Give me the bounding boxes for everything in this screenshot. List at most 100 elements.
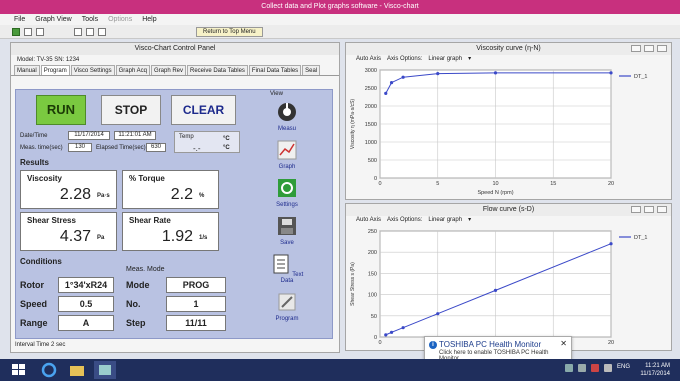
range-label: Range: [20, 318, 48, 328]
x-axis-label: Speed N (rpm): [477, 190, 513, 196]
shear-stress-value: 4.37: [59, 228, 91, 245]
minimize-icon[interactable]: [631, 45, 641, 52]
view-label: View: [270, 91, 283, 97]
y-tick-label: 100: [368, 293, 377, 299]
elapsed-time-label: Elapsed Time(sec): [96, 145, 146, 151]
menu-bar: File Graph View Tools Options Help: [0, 14, 680, 25]
meas-time-field[interactable]: 130: [68, 143, 92, 152]
clock-time: 11:21 AM: [645, 363, 670, 369]
step-value: 11/11: [166, 315, 226, 331]
temp-unit-top: °C: [223, 136, 230, 142]
toolbar: Return to Top Menu: [0, 25, 680, 39]
tray-alert-icon[interactable]: [590, 364, 599, 372]
minimize-icon[interactable]: [631, 206, 641, 213]
chart-window-title: Flow curve (s-D): [482, 206, 535, 213]
shear-rate-value: 1.92: [161, 228, 193, 245]
chart-options-row: Auto Axis Axis Options: Linear graph ▾: [346, 216, 671, 225]
view-program-button[interactable]: Program: [270, 292, 304, 322]
measure-icon: [278, 103, 296, 121]
maximize-icon[interactable]: [644, 206, 654, 213]
view-graph-button[interactable]: Graph: [270, 140, 304, 170]
chart-window-title: Viscosity curve (η-N): [476, 45, 541, 52]
y-axis-label: Shear Stress s (Pa): [350, 262, 356, 306]
rotor-label: Rotor: [20, 280, 44, 290]
data-point: [493, 71, 498, 75]
temperature-box: Temp °C -.- °C: [174, 131, 240, 153]
view-settings-label: Settings: [276, 202, 298, 208]
clear-button[interactable]: CLEAR: [171, 95, 236, 125]
chevron-down-icon[interactable]: ▾: [468, 216, 471, 225]
menu-options[interactable]: Options: [108, 14, 132, 25]
tray-language[interactable]: ENG: [617, 364, 630, 372]
tab-seal[interactable]: Seal: [302, 65, 321, 75]
y-tick-label: 500: [368, 158, 377, 164]
menu-help[interactable]: Help: [142, 14, 156, 25]
menu-tools[interactable]: Tools: [82, 14, 98, 25]
viscosity-chart-window: Viscosity curve (η-N) Auto Axis Axis Opt…: [345, 42, 672, 200]
view-column: View Measu Graph Settings Save Text Data…: [266, 90, 308, 338]
data-point: [389, 330, 394, 334]
layout-single-icon[interactable]: [74, 27, 82, 36]
mode-value: PROG: [166, 277, 226, 293]
open-icon[interactable]: [24, 27, 32, 36]
temp-value: -.-: [193, 144, 201, 153]
notification-popup[interactable]: i TOSHIBA PC Health Monitor Click here t…: [424, 336, 572, 362]
y-tick-label: 0: [374, 335, 377, 341]
axis-options-label: Axis Options:: [387, 56, 423, 62]
time-field: 11:21:01 AM: [114, 131, 156, 140]
tab-final-data-tables[interactable]: Final Data Tables: [248, 65, 302, 75]
tray-volume-icon[interactable]: [603, 364, 612, 372]
viscosity-title: Viscosity: [27, 174, 62, 183]
meas-mode-label: Meas. Mode: [126, 266, 165, 273]
graph-type-select[interactable]: Linear graph: [428, 216, 462, 225]
menu-graph-view[interactable]: Graph View: [35, 14, 71, 25]
tab-manual[interactable]: Manual: [14, 65, 40, 75]
maximize-icon[interactable]: [644, 45, 654, 52]
tray-monitor-icon[interactable]: [564, 364, 573, 372]
data-point: [436, 312, 440, 316]
run-button[interactable]: RUN: [36, 95, 86, 125]
tab-program[interactable]: Program: [40, 65, 70, 75]
shear-stress-card: Shear Stress 4.37 Pa: [20, 212, 117, 251]
taskbar-clock[interactable]: 11:21 AM 11/17/2014: [640, 362, 670, 378]
new-icon[interactable]: [12, 27, 20, 36]
view-text-data-button[interactable]: Text Data: [270, 254, 304, 284]
shear-rate-card: Shear Rate 1.92 1/s: [122, 212, 219, 251]
chart-options-row: Auto Axis Axis Options: Linear graph ▾: [346, 55, 671, 64]
layout-grid-icon[interactable]: [98, 27, 106, 36]
auto-axis-button[interactable]: Auto Axis: [356, 55, 381, 64]
y-tick-label: 150: [368, 271, 377, 277]
windows-start-icon[interactable]: [8, 361, 30, 379]
view-save-button[interactable]: Save: [270, 216, 304, 246]
menu-file[interactable]: File: [14, 14, 25, 25]
view-settings-button[interactable]: Settings: [270, 178, 304, 208]
close-icon[interactable]: [657, 45, 667, 52]
x-tick-label: 0: [378, 340, 381, 346]
tab-graph-rev[interactable]: Graph Rev: [150, 65, 186, 75]
shear-rate-unit: 1/s: [199, 235, 208, 241]
auto-axis-button[interactable]: Auto Axis: [356, 216, 381, 225]
file-explorer-icon[interactable]: [66, 361, 88, 379]
close-icon[interactable]: ✕: [560, 339, 567, 348]
internet-explorer-icon[interactable]: [38, 361, 60, 379]
view-measure-button[interactable]: Measu: [270, 102, 304, 132]
data-point: [389, 81, 394, 85]
temp-label: Temp: [179, 134, 194, 140]
tab-graph-acq[interactable]: Graph Acq: [115, 65, 150, 75]
tab-visco-settings[interactable]: Visco Settings: [70, 65, 115, 75]
close-icon[interactable]: [657, 206, 667, 213]
save-icon[interactable]: [36, 27, 44, 36]
system-tray: ENG: [564, 364, 630, 372]
layout-split-icon[interactable]: [86, 27, 94, 36]
visco-chart-app-icon[interactable]: [94, 361, 116, 379]
graph-type-select[interactable]: Linear graph: [428, 55, 462, 64]
stop-button[interactable]: STOP: [101, 95, 161, 125]
x-tick-label: 20: [608, 340, 614, 346]
tray-network-icon[interactable]: [577, 364, 586, 372]
status-text: Interval Time 2 sec: [15, 342, 66, 348]
chevron-down-icon[interactable]: ▾: [468, 55, 471, 64]
tab-receive-data-tables[interactable]: Receive Data Tables: [187, 65, 248, 75]
x-tick-label: 20: [608, 181, 614, 187]
return-top-menu-button[interactable]: Return to Top Menu: [196, 26, 263, 37]
viscosity-unit: Pa·s: [97, 193, 110, 199]
